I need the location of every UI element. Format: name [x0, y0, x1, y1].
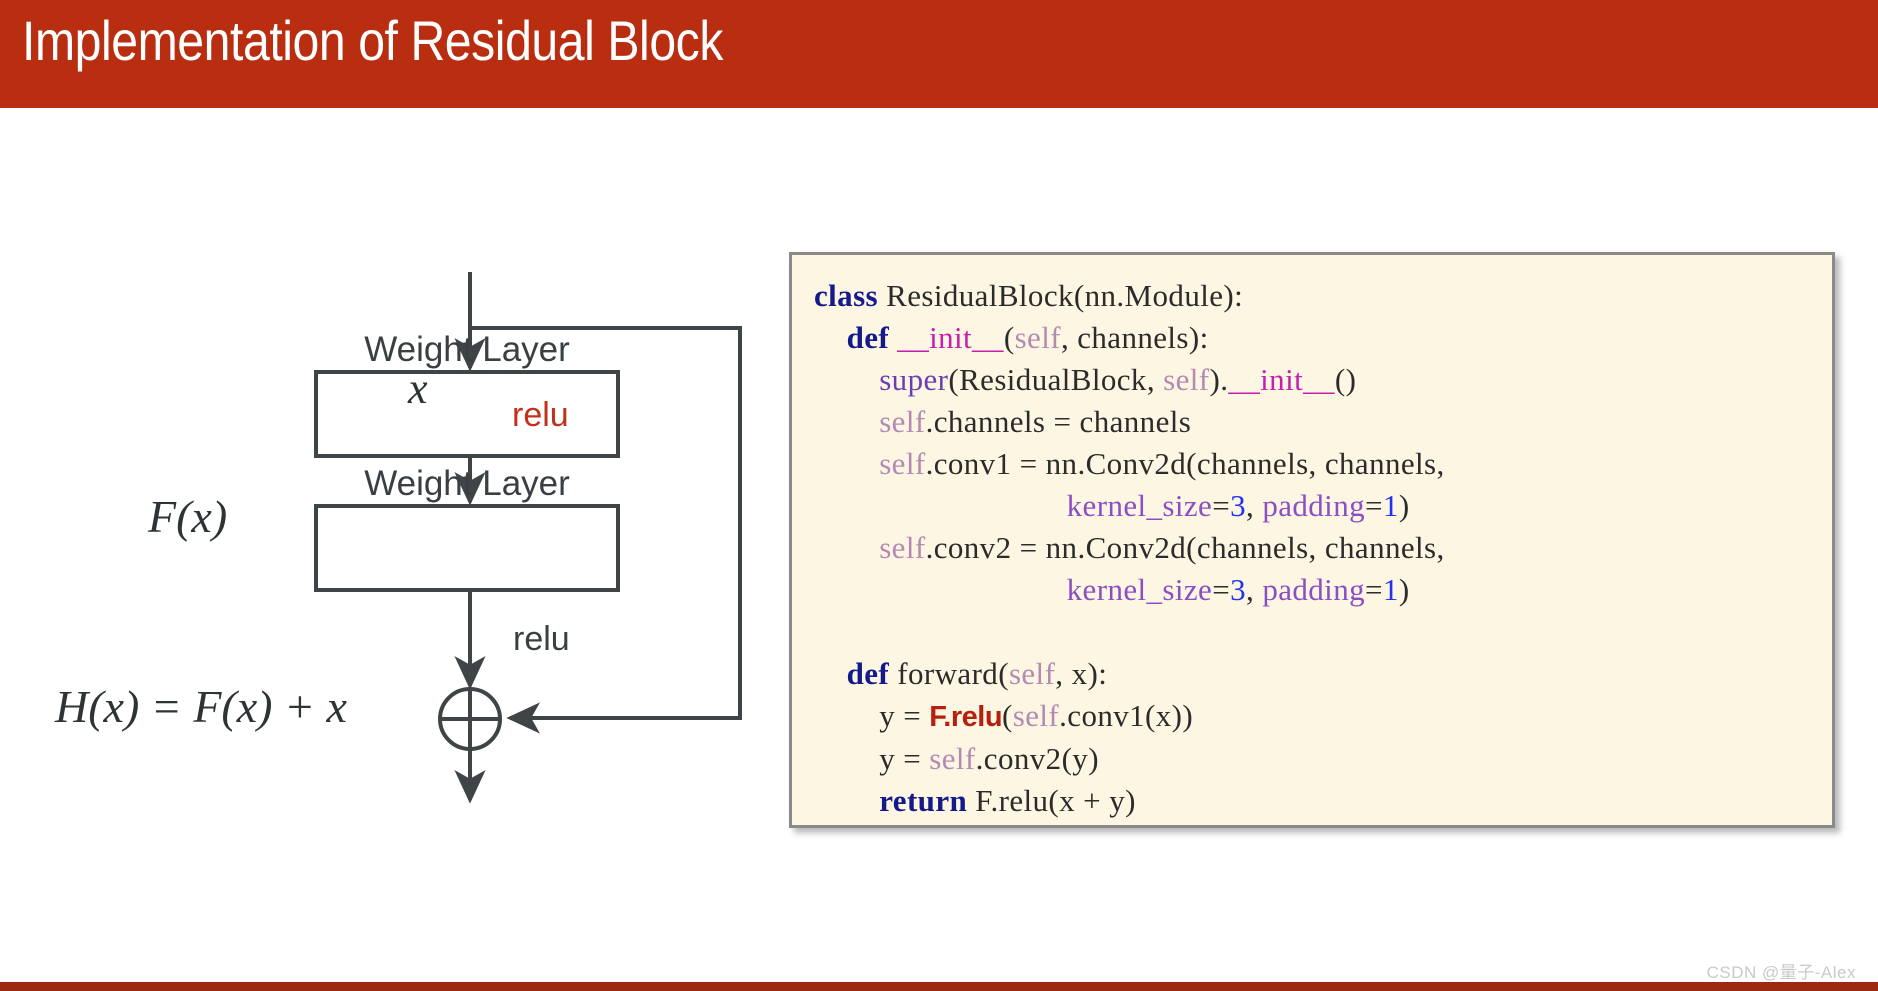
code-kwarg-kernel-size-1: kernel_size [1066, 488, 1213, 523]
code-snippet-panel: class ResidualBlock(nn.Module): def __in… [789, 252, 1835, 828]
code-self-2: self [1163, 362, 1210, 397]
code-number-1-b: 1 [1382, 572, 1399, 607]
code-self-3: self [879, 404, 926, 439]
code-self-1: self [1014, 320, 1061, 355]
code-highlight-f-relu: F.relu [929, 701, 1003, 733]
code-number-1-a: 1 [1382, 488, 1399, 523]
code-kwarg-padding-1: padding [1262, 488, 1366, 523]
page-title: Implementation of Residual Block [22, 9, 723, 72]
relu-label-top: relu [512, 396, 569, 434]
code-self-7: self [1012, 698, 1060, 733]
relu-label-bottom: relu [513, 620, 570, 658]
diagram-residual-label: F(x) [148, 491, 228, 542]
diagram-canvas [314, 272, 742, 804]
weight-layer-box-2 [314, 504, 620, 592]
weight-layer-box-1 [314, 370, 620, 458]
code-keyword-def-init: def [846, 320, 890, 355]
code-dunder-init-call: __init__ [1228, 362, 1335, 397]
weight-layer-label-1: Weight Layer [364, 330, 570, 369]
code-dunder-init: __init__ [897, 320, 1004, 355]
code-kwarg-padding-2: padding [1262, 572, 1366, 607]
diagram-output-equation: H(x) = F(x) + x [55, 681, 347, 732]
code-self-5: self [879, 530, 926, 565]
code-keyword-class: class [814, 278, 878, 313]
csdn-watermark: CSDN @量子-Alex [1706, 963, 1856, 982]
diagram-input-label: x [408, 364, 428, 413]
code-self-8: self [929, 741, 976, 776]
weight-layer-label-2: Weight Layer [364, 464, 570, 503]
code-kwarg-kernel-size-2: kernel_size [1066, 572, 1213, 607]
code-keyword-return: return [879, 783, 968, 818]
bottom-accent-bar [0, 982, 1878, 991]
code-number-3-a: 3 [1230, 488, 1247, 523]
code-call-super: super [879, 362, 949, 397]
residual-block-diagram: x F(x) H(x) = F(x) + x relu relu Weight … [0, 108, 790, 982]
code-keyword-def-forward: def [846, 656, 890, 691]
sum-node-icon [438, 687, 502, 751]
code-self-6: self [1008, 656, 1056, 691]
python-source-code: class ResidualBlock(nn.Module): def __in… [814, 278, 1445, 818]
code-self-4: self [879, 446, 926, 481]
code-number-3-b: 3 [1230, 572, 1247, 607]
